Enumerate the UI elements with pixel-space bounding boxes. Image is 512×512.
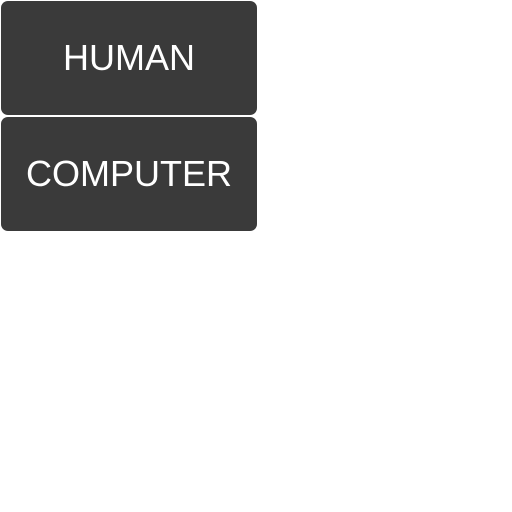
computer-button[interactable]: COMPUTER [1,117,257,231]
human-button-label: HUMAN [63,37,195,78]
player-mode-menu: HUMAN COMPUTER [1,1,257,231]
computer-button-label: COMPUTER [26,153,232,194]
human-button[interactable]: HUMAN [1,1,257,115]
